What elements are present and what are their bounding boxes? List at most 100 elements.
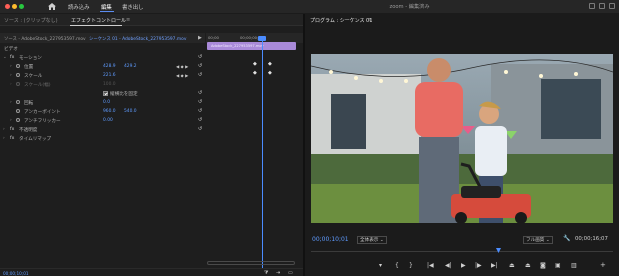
stopwatch-icon[interactable]	[16, 73, 20, 77]
panel-menu-icon[interactable]: ≡	[126, 17, 130, 23]
source-sequence-row: ソース - AdobeStock_227953597.mov シーケンス 01 …	[0, 33, 205, 43]
reset-icon[interactable]: ↺	[198, 108, 202, 114]
scrub-track	[311, 251, 613, 252]
workspace-icon[interactable]	[589, 3, 595, 9]
extract-icon[interactable]: ⏏	[525, 262, 531, 269]
playhead-timecode[interactable]: 00;00;10;01	[312, 236, 349, 243]
position-x-value[interactable]: 428.9	[103, 64, 116, 69]
program-monitor-panel: プログラム : シーケンス 01 ≡ 00;00;10;01 全体表示 ⌄ フル…	[305, 14, 619, 276]
property-label: アンカーポイント	[24, 110, 61, 115]
transport-controls: ▾ { } |◀ ◀| ▶ |▶ ▶| ⏏ ⏏ ◙ ▣ ▥	[377, 261, 613, 271]
reset-icon[interactable]: ↺	[198, 63, 202, 69]
current-timecode[interactable]: 00;00;10;01	[3, 271, 29, 276]
effect-opacity[interactable]: › fx 不透明度 ↺	[0, 125, 205, 134]
export-icon[interactable]: ⇥	[276, 270, 280, 276]
play-icon[interactable]: ▶	[461, 262, 466, 269]
keyframe-icon[interactable]: ◆	[268, 70, 272, 76]
property-position: › 位置 428.9 429.2 ◀ ◆ ▶ ↺	[0, 62, 205, 71]
program-video-frame[interactable]	[311, 54, 613, 223]
anchor-x-value[interactable]: 960.0	[103, 109, 116, 114]
active-nav-indicator	[100, 11, 114, 12]
reset-icon[interactable]: ↺	[198, 99, 202, 105]
document-title: zoom - 編集済み	[389, 4, 430, 10]
reset-icon[interactable]: ↺	[198, 90, 202, 96]
chevron-right-icon[interactable]: ›	[10, 64, 12, 69]
section-video: ビデオ	[0, 44, 205, 53]
keyframe-nav-icon[interactable]: ◀ ◆ ▶	[176, 73, 188, 78]
property-label: アンチフリッカー	[24, 119, 61, 124]
duration-timecode: 00;00;16;07	[575, 236, 608, 242]
stopwatch-icon[interactable]	[16, 118, 20, 122]
property-scale: › スケール 221.6 ◀ ◆ ▶ ↺	[0, 71, 205, 80]
out-point-icon[interactable]: }	[409, 262, 413, 269]
lift-icon[interactable]: ⏏	[509, 262, 515, 269]
timeline-zoom-scrollbar[interactable]	[207, 261, 295, 265]
stopwatch-icon[interactable]	[16, 109, 20, 113]
effect-label: 不透明度	[19, 128, 38, 133]
keyframe-icon[interactable]: ◆	[268, 61, 272, 67]
export-frame-icon[interactable]: ◙	[540, 262, 546, 269]
chevron-right-icon[interactable]: ›	[10, 100, 12, 105]
marker-icon[interactable]: ▾	[379, 262, 382, 269]
chevron-right-icon[interactable]: ›	[3, 127, 5, 132]
anti-flicker-value[interactable]: 0.00	[103, 118, 113, 123]
keyframe-icon[interactable]: ◆	[253, 70, 257, 76]
reset-icon[interactable]: ↺	[198, 126, 202, 132]
panel-menu-icon[interactable]: ≡	[368, 17, 372, 23]
stopwatch-icon	[16, 82, 20, 86]
chevron-right-icon[interactable]: ›	[3, 136, 5, 141]
playback-resolution-select[interactable]: フル画質 ⌄	[523, 236, 553, 244]
property-label: スケール	[24, 74, 43, 79]
source-clip-selector[interactable]: ソース - AdobeStock_227953597.mov	[4, 36, 86, 42]
step-back-icon[interactable]: ◀|	[445, 262, 452, 269]
stopwatch-icon[interactable]	[16, 100, 20, 104]
reset-icon[interactable]: ↺	[198, 72, 202, 78]
effect-controls-panel: ソース : (クリップなし) エフェクトコントロール ≡ ソース - Adobe…	[0, 14, 303, 276]
step-forward-icon[interactable]: |▶	[475, 262, 482, 269]
panel-footer: 00;00;10;01 ⧩ ⇥ ▭	[0, 268, 303, 276]
property-scale-width: › スケール(幅) 100.0	[0, 80, 205, 89]
clip-name: AdobeStock_227953597.mov	[211, 44, 264, 48]
rotation-value[interactable]: 0.0	[103, 100, 110, 105]
wrench-icon[interactable]: 🔧	[563, 235, 570, 242]
notifications-icon[interactable]	[599, 3, 605, 9]
tab-program[interactable]: プログラム : シーケンス 01	[310, 17, 372, 24]
fx-badge: fx	[10, 127, 15, 132]
filter-icon[interactable]: ⧩	[264, 270, 268, 276]
comparison-view-icon[interactable]: ▣	[555, 262, 561, 269]
anchor-y-value[interactable]: 540.0	[124, 109, 137, 114]
position-y-value[interactable]: 429.2	[124, 64, 137, 69]
go-to-out-icon[interactable]: ▶|	[491, 262, 498, 269]
uniform-scale-checkbox[interactable]	[103, 91, 108, 96]
add-button-icon[interactable]: +	[600, 261, 606, 269]
chevron-right-icon[interactable]: ›	[10, 118, 12, 123]
zoom-level-select[interactable]: 全体表示 ⌄	[357, 236, 387, 244]
fullscreen-icon[interactable]	[609, 3, 615, 9]
tab-source[interactable]: ソース : (クリップなし)	[4, 17, 58, 24]
property-rotation: › 回転 0.0 ↺	[0, 98, 205, 107]
effect-motion[interactable]: ⌄ fx モーション ↺	[0, 53, 205, 62]
property-label: 回転	[24, 101, 34, 106]
fx-badge: fx	[10, 55, 15, 60]
sequence-clip-link[interactable]: シーケンス 01 - AdobeStock_227953597.mov	[89, 36, 186, 42]
chevron-down-icon[interactable]: ⌄	[3, 55, 7, 60]
clip-bar[interactable]: AdobeStock_227953597.mov	[207, 42, 296, 50]
effect-time-remap[interactable]: › fx タイムリマップ	[0, 134, 205, 143]
multi-cam-icon[interactable]: ▥	[571, 262, 577, 269]
reset-icon[interactable]: ↺	[198, 117, 202, 123]
keyframe-icon[interactable]: ◆	[253, 61, 257, 67]
chevron-right-icon[interactable]: ›	[10, 73, 12, 78]
play-only-audio-icon[interactable]: ▶	[198, 35, 202, 41]
keyframe-nav-icon[interactable]: ◀ ◆ ▶	[176, 64, 188, 69]
clip-icon[interactable]: ▭	[288, 270, 293, 276]
in-point-icon[interactable]: {	[395, 262, 399, 269]
reset-icon[interactable]: ↺	[198, 54, 202, 60]
effect-label: タイムリマップ	[19, 137, 52, 142]
scale-value[interactable]: 221.6	[103, 73, 116, 78]
monitor-scrub-bar[interactable]	[311, 248, 613, 254]
fx-badge: fx	[10, 136, 15, 141]
stopwatch-icon[interactable]	[16, 64, 20, 68]
tab-effect-controls[interactable]: エフェクトコントロール	[71, 17, 126, 24]
go-to-in-icon[interactable]: |◀	[427, 262, 434, 269]
active-tab-indicator	[70, 25, 122, 26]
